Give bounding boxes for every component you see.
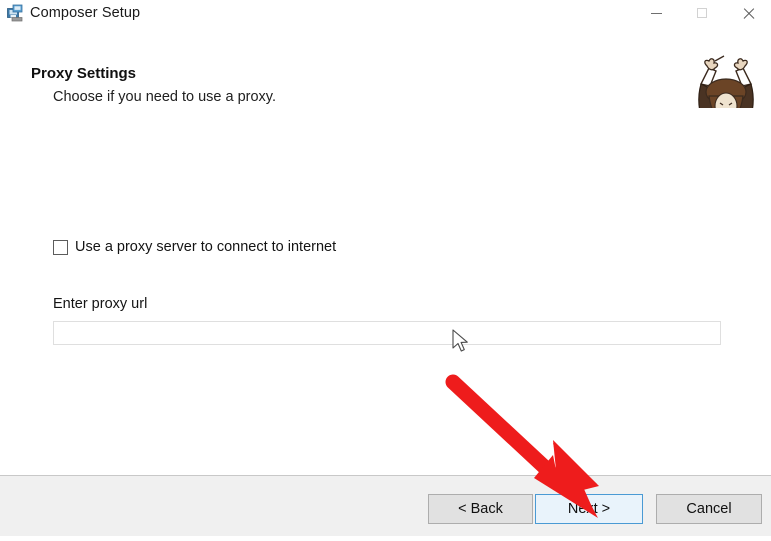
maximize-button[interactable] [679,0,725,26]
maximize-icon [697,8,707,18]
minimize-button[interactable] [633,0,679,26]
wizard-body: Use a proxy server to connect to interne… [0,108,771,475]
title-bar: Composer Setup [0,0,771,26]
composer-setup-window: Composer Setup Proxy Settings Choose if … [0,0,771,536]
installer-icon [6,4,24,22]
cancel-button[interactable]: Cancel [656,494,762,524]
proxy-url-input[interactable] [53,321,721,345]
use-proxy-checkbox-row[interactable]: Use a proxy server to connect to interne… [53,239,336,255]
page-title: Proxy Settings [31,65,137,82]
close-icon [742,7,755,20]
proxy-url-label: Enter proxy url [53,296,148,312]
back-button[interactable]: < Back [428,494,533,524]
page-subtitle: Choose if you need to use a proxy. [53,89,277,105]
window-controls [633,0,771,26]
close-button[interactable] [725,0,771,26]
window-title: Composer Setup [30,5,141,21]
wizard-footer: < Back Next > Cancel [0,475,771,536]
minimize-icon [650,12,662,14]
use-proxy-checkbox[interactable] [53,239,68,255]
wizard-header: Proxy Settings Choose if you need to use… [0,26,771,128]
next-button[interactable]: Next > [535,494,643,524]
use-proxy-label: Use a proxy server to connect to interne… [75,239,337,255]
